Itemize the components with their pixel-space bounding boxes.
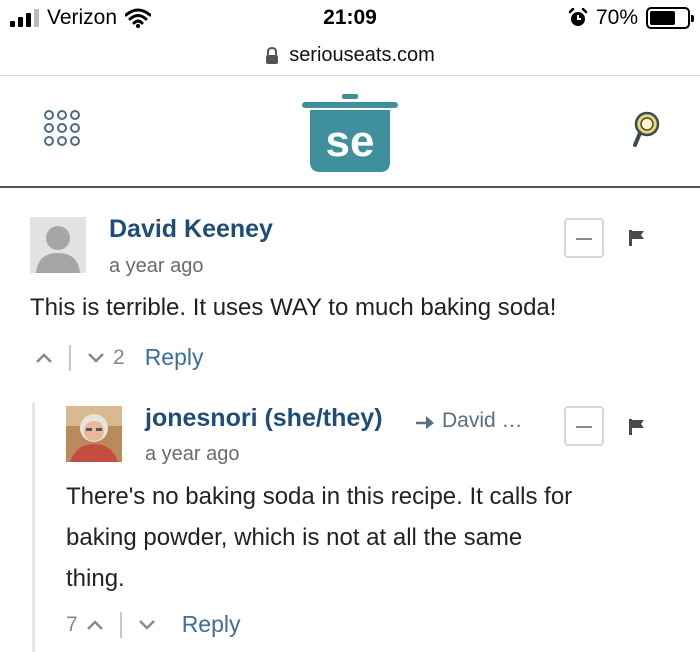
vote-divider bbox=[119, 611, 122, 638]
reply-to[interactable]: David … bbox=[414, 409, 523, 433]
comment-timestamp[interactable]: a year ago bbox=[109, 255, 204, 278]
upvote-icon[interactable] bbox=[86, 619, 104, 631]
address-bar[interactable]: seriouseats.com bbox=[0, 36, 700, 76]
reply-link[interactable]: Reply bbox=[145, 344, 204, 371]
comment-body: This is terrible. It uses WAY to much ba… bbox=[30, 294, 557, 321]
reply-link[interactable]: Reply bbox=[182, 611, 241, 638]
downvote-icon[interactable] bbox=[87, 352, 105, 364]
default-avatar-icon[interactable] bbox=[30, 217, 86, 273]
thread-line bbox=[32, 403, 35, 652]
comment-author[interactable]: jonesnori (she/they) bbox=[145, 404, 383, 433]
comment-body-line: thing. bbox=[66, 565, 125, 592]
reply-arrow-icon bbox=[416, 416, 434, 429]
user-avatar[interactable] bbox=[66, 406, 122, 462]
reply-to-name[interactable]: David … bbox=[442, 409, 523, 433]
upvote-count: 7 bbox=[66, 612, 78, 636]
comment-body: There's no baking soda in this recipe. I… bbox=[66, 476, 686, 599]
status-bar: Verizon 21:09 70% bbox=[0, 0, 700, 36]
comment-body-line: There's no baking soda in this recipe. I… bbox=[66, 483, 573, 510]
collapse-button[interactable] bbox=[564, 406, 604, 446]
site-header: se bbox=[0, 77, 700, 188]
status-right: 70% bbox=[568, 6, 694, 30]
vote-divider bbox=[69, 344, 71, 371]
url-text: seriouseats.com bbox=[289, 44, 435, 66]
comment-body-line: baking powder, which is not at all the s… bbox=[66, 524, 523, 551]
comment-timestamp[interactable]: a year ago bbox=[145, 443, 240, 466]
search-icon[interactable] bbox=[631, 111, 661, 149]
flag-icon[interactable] bbox=[628, 418, 646, 436]
upvote-icon[interactable] bbox=[35, 352, 53, 364]
battery-icon bbox=[646, 7, 694, 29]
alarm-icon bbox=[568, 8, 588, 26]
logo-text: se bbox=[326, 117, 375, 166]
downvote-icon[interactable] bbox=[138, 619, 156, 631]
lock-icon bbox=[266, 46, 279, 64]
flag-icon[interactable] bbox=[628, 229, 646, 247]
collapse-button[interactable] bbox=[564, 218, 604, 258]
menu-grid-icon[interactable] bbox=[44, 110, 80, 146]
downvote-count: 2 bbox=[113, 345, 125, 369]
comment-actions: 7 Reply bbox=[66, 611, 241, 638]
serious-eats-logo[interactable]: se bbox=[302, 92, 398, 174]
battery-percent: 70% bbox=[595, 6, 638, 29]
comment-author[interactable]: David Keeney bbox=[109, 215, 273, 244]
comment-actions: 2 Reply bbox=[35, 344, 204, 371]
